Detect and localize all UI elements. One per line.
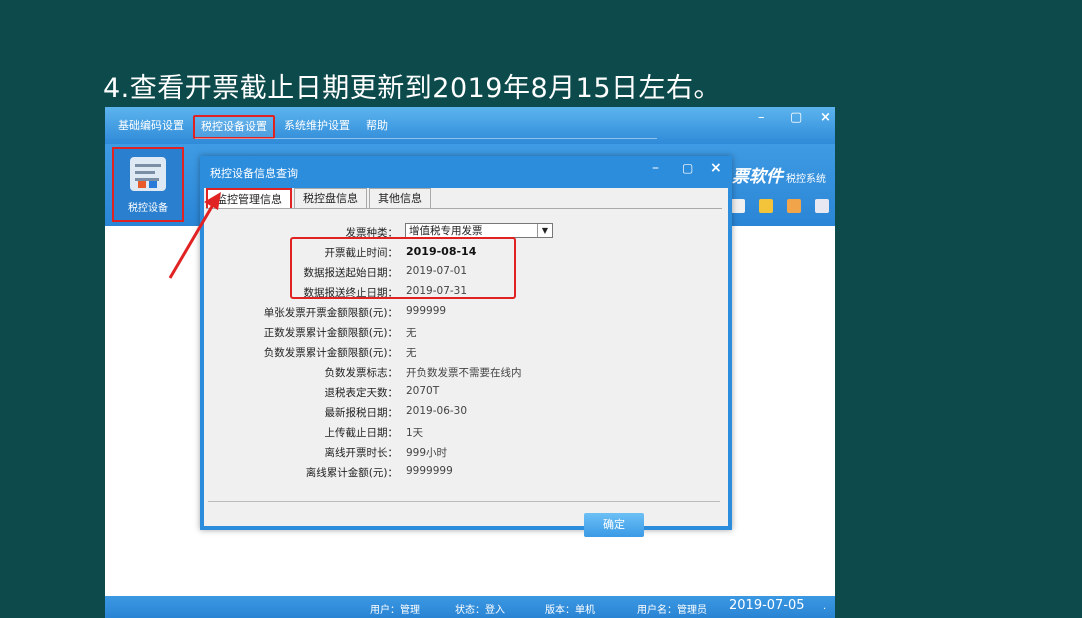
arrow-line (168, 202, 216, 279)
annotation-arrow (168, 192, 221, 279)
